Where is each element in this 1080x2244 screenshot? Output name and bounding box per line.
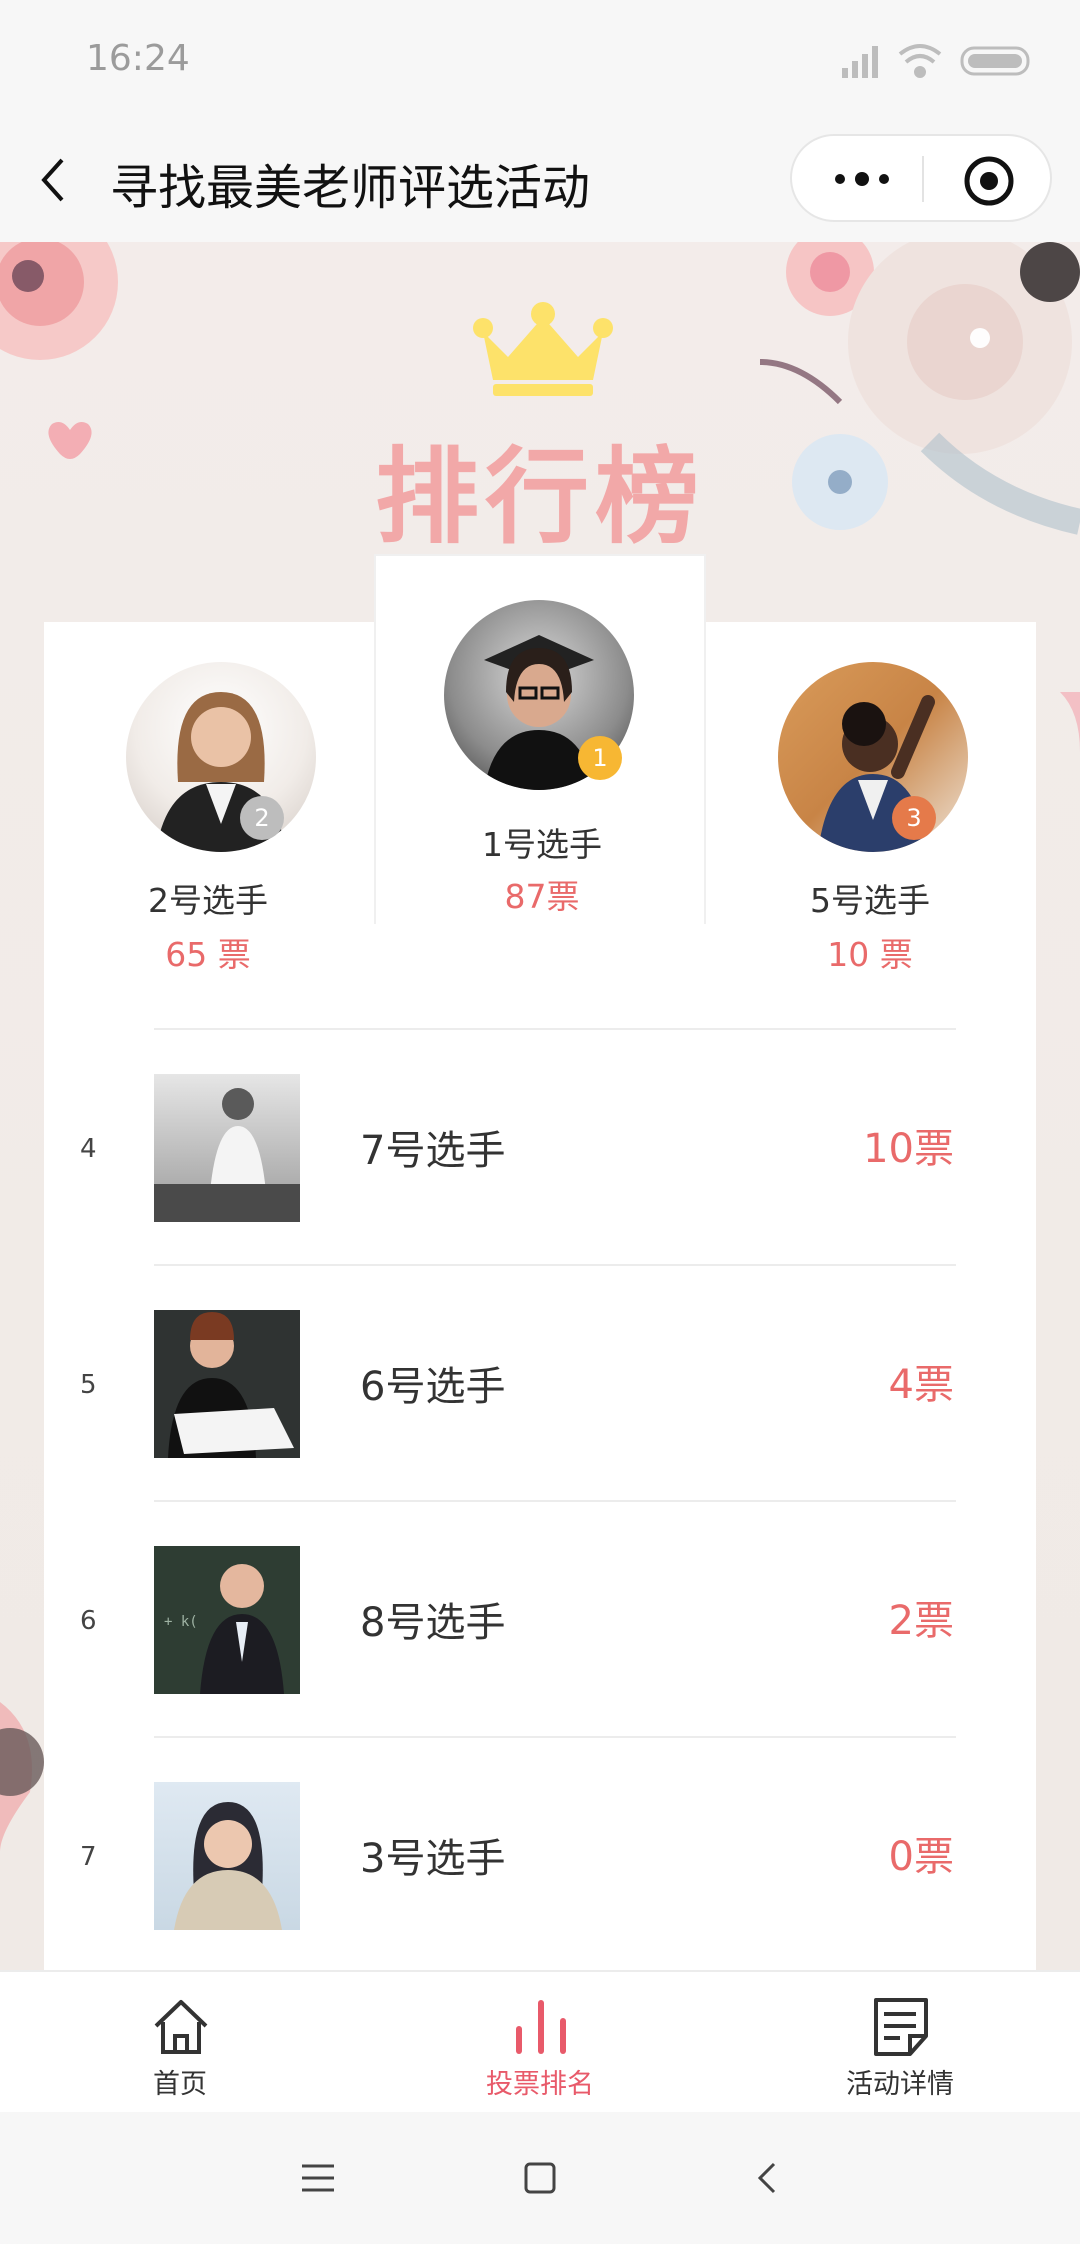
contestant-name: 8号选手: [360, 1600, 506, 1646]
row-divider: [154, 1736, 956, 1738]
contestant-name: 3号选手: [360, 1836, 506, 1882]
third-place-card[interactable]: 3 5号选手 10 票: [740, 662, 1000, 974]
home-icon: [154, 2000, 208, 2054]
menu-icon[interactable]: [298, 2158, 338, 2198]
row-divider: [154, 1028, 956, 1030]
ranking-row[interactable]: 4 7号选手 10票: [0, 1028, 1080, 1264]
ranking-row[interactable]: 7 3号选手 0票: [0, 1736, 1080, 1970]
system-navigation-bar: [0, 2112, 1080, 2244]
contestant-votes: 0票: [888, 1834, 954, 1880]
first-place-card[interactable]: 1 1号选手 87票: [374, 554, 706, 924]
contestant-photo: + k(: [154, 1546, 300, 1694]
tab-home[interactable]: 首页: [60, 1972, 300, 2112]
crown-icon: [473, 302, 613, 396]
signal-icon: [842, 46, 878, 78]
ranking-title: 排行榜: [374, 435, 705, 558]
ranking-row[interactable]: 5 6号选手 4票: [0, 1264, 1080, 1500]
ranking-content[interactable]: 排行榜 1 1号选手 87票 2 2号选手 65 票 3 5号选手 10 票 4…: [0, 242, 1080, 1970]
bronze-medal-badge: 3: [892, 796, 936, 840]
row-divider: [154, 1264, 956, 1266]
third-place-avatar: [778, 662, 968, 852]
contestant-name: 7号选手: [360, 1128, 506, 1174]
second-place-avatar: [126, 662, 316, 852]
contestant-name: 6号选手: [360, 1364, 506, 1410]
rank-number: 4: [80, 1134, 97, 1164]
rank-number: 6: [80, 1606, 97, 1636]
navigation-bar: 寻找最美老师评选活动: [0, 120, 1080, 242]
status-bar: 16:24: [0, 0, 1080, 120]
row-divider: [154, 1500, 956, 1502]
silver-medal-badge: 2: [240, 796, 284, 840]
tab-vote-ranking-label: 投票排名: [486, 2069, 594, 2100]
home-square-icon[interactable]: [520, 2158, 560, 2198]
contestant-photo: [154, 1782, 300, 1930]
first-place-votes: 87票: [504, 877, 580, 916]
ranking-row[interactable]: 6 + k( 8号选手 2票: [0, 1500, 1080, 1736]
capsule-divider: [922, 156, 924, 202]
svg-text:+ k(: + k(: [164, 1614, 198, 1630]
contestant-votes: 2票: [888, 1598, 954, 1644]
gold-medal-badge: 1: [578, 736, 622, 780]
status-time: 16:24: [86, 38, 190, 79]
avatar-portrait-icon: [156, 692, 286, 852]
contestant-photo: [154, 1074, 300, 1222]
back-icon[interactable]: [748, 2158, 788, 2198]
contestant-votes: 4票: [888, 1362, 954, 1408]
third-place-name: 5号选手: [810, 881, 930, 920]
contestant-photo: [154, 1310, 300, 1458]
photo-portrait-icon: [174, 1802, 282, 1930]
more-options-icon[interactable]: [826, 158, 898, 200]
first-place-name: 1号选手: [482, 825, 602, 864]
close-target-icon[interactable]: [962, 154, 1016, 208]
document-icon: [874, 1998, 928, 2056]
tab-event-details-label: 活动详情: [846, 2069, 954, 2100]
photo-portrait-icon: [154, 1088, 300, 1222]
second-place-name: 2号选手: [148, 881, 268, 920]
rank-number: 7: [80, 1842, 97, 1872]
second-place-votes: 65 票: [165, 935, 251, 974]
photo-portrait-icon: + k(: [164, 1564, 284, 1694]
status-icons: [842, 44, 1030, 78]
back-arrow-icon[interactable]: [34, 150, 74, 210]
tab-home-label: 首页: [153, 2069, 207, 2100]
wifi-icon: [898, 44, 942, 78]
tab-vote-ranking[interactable]: 投票排名: [420, 1972, 660, 2112]
bar-chart-icon: [516, 2000, 566, 2054]
contestant-votes: 10票: [863, 1126, 954, 1172]
photo-portrait-icon: [168, 1312, 294, 1458]
avatar-portrait-icon: [818, 695, 935, 852]
bottom-tab-bar: 首页 投票排名 活动详情: [0, 1970, 1080, 2112]
battery-icon: [960, 46, 1030, 76]
page-title: 寻找最美老师评选活动: [110, 160, 591, 216]
rank-number: 5: [80, 1370, 97, 1400]
third-place-votes: 10 票: [827, 935, 913, 974]
tab-event-details[interactable]: 活动详情: [780, 1972, 1020, 2112]
second-place-card[interactable]: 2 2号选手 65 票: [78, 662, 338, 974]
mini-program-capsule: [790, 134, 1052, 222]
